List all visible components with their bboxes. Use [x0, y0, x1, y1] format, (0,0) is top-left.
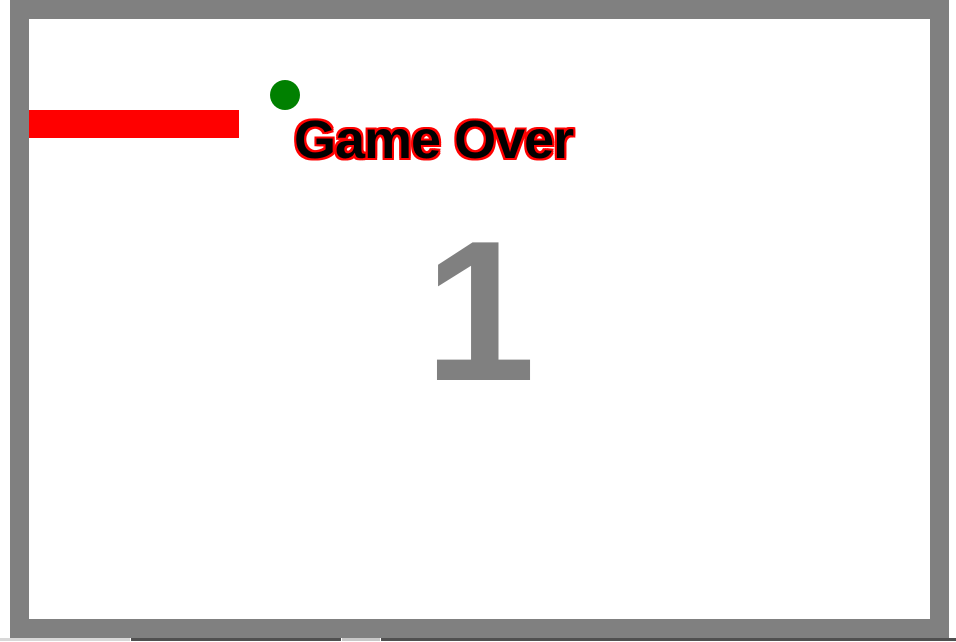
wall-bottom: [10, 619, 949, 638]
score-value: 1: [424, 200, 536, 423]
bottom-strip-segment: [131, 638, 341, 641]
bottom-strip-segment: [342, 638, 380, 641]
snake-body: [29, 110, 239, 138]
game-canvas: Game Over 1: [0, 0, 956, 642]
wall-right: [930, 0, 949, 638]
bottom-strip-segment: [381, 638, 956, 641]
bottom-edge-strip: [0, 638, 956, 642]
wall-top: [10, 0, 949, 19]
bottom-strip-segment: [0, 638, 130, 641]
game-over-title: Game Over: [293, 109, 575, 171]
food-pellet: [270, 80, 300, 110]
wall-left: [10, 0, 29, 638]
